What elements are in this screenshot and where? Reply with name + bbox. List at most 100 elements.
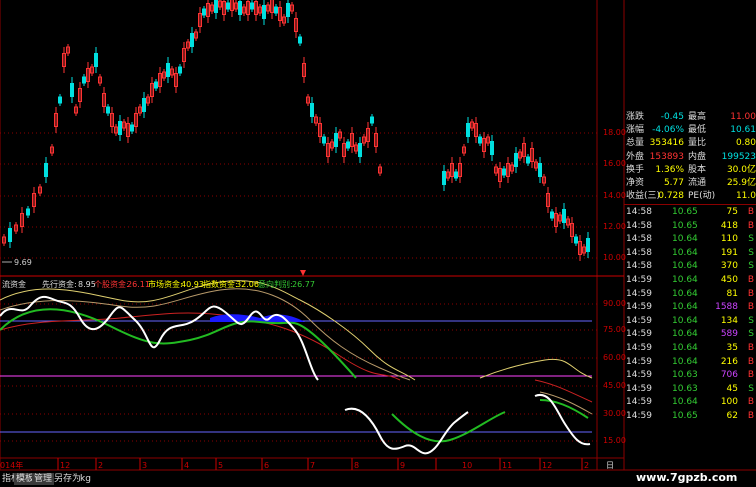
tab-manage[interactable]: 管理 (32, 473, 55, 485)
tick-volume: 370 (720, 261, 738, 272)
candle-body (526, 156, 530, 164)
tick-price: 10.64 (672, 247, 698, 258)
tick-volume: 418 (720, 220, 738, 231)
tick-side: B (747, 275, 754, 285)
tick-volume: 35 (726, 343, 738, 353)
candle-body (562, 209, 566, 223)
candle-body (262, 5, 266, 19)
quote-value: -0.45 (660, 112, 684, 122)
tab-kg[interactable]: kg (78, 473, 93, 485)
tick-row: 14:59 10.64 216 B (624, 356, 756, 370)
quote-value: 153893 (649, 151, 684, 162)
ind-line-red (0, 312, 401, 381)
tick-time: 14:58 (626, 261, 652, 272)
tick-volume: 45 (726, 383, 738, 394)
quote-panel: 涨跌 -0.45 最高 11.00 涨幅 -4.06% 最低 10.61 总量 353416 量比 0… (624, 110, 756, 440)
current-bar-marker-icon (300, 270, 306, 276)
time-label: 9 (400, 461, 406, 470)
tick-time: 14:59 (626, 383, 652, 394)
quote-label: 涨跌 (626, 112, 645, 122)
price-axis-label: 16.00 (603, 159, 626, 168)
quote-label: 最高 (688, 112, 707, 122)
quote-value: 199523 (721, 151, 756, 162)
tick-time: 14:59 (626, 370, 652, 381)
quote-label: 股本 (688, 164, 707, 175)
ind-line-yellow-right (479, 358, 593, 379)
tick-price: 10.65 (672, 411, 698, 421)
tick-price: 10.63 (672, 383, 698, 394)
quote-row: 外盘 153893 内盘 199523 (624, 151, 756, 164)
period-day-label[interactable]: 日 (606, 460, 614, 471)
candle-body (574, 236, 578, 244)
indicator-axis-label: 15.00 (603, 436, 626, 445)
indicator-axis-label: 30.00 (603, 409, 626, 418)
tick-price: 10.64 (672, 343, 698, 353)
legend-value-3: 40.93 (181, 280, 204, 289)
ind-line-green-2 (391, 411, 506, 443)
ind-line-red-right (534, 379, 593, 403)
ind-line-tan-right (539, 391, 593, 415)
candle-body (142, 98, 146, 112)
quote-label: 净资 (626, 178, 645, 188)
candle-body (214, 0, 218, 13)
tick-volume: 100 (720, 397, 738, 408)
tick-volume: 75 (726, 207, 738, 217)
tick-side: S (748, 383, 754, 394)
tick-row: 14:58 10.64 370 S (624, 260, 756, 274)
candle-body (298, 36, 302, 44)
candle-body (130, 124, 134, 132)
candle-body (274, 6, 278, 14)
time-label: 10 (462, 461, 473, 470)
tick-price: 10.65 (672, 220, 698, 231)
candle-body (358, 143, 362, 157)
quote-row: 总量 353416 量比 0.80 (624, 137, 756, 150)
tick-row: 14:59 10.63 45 S (624, 383, 756, 397)
tick-time: 14:59 (626, 275, 652, 285)
time-label: 12 (60, 461, 71, 470)
price-grid (0, 132, 597, 259)
tick-row: 14:59 10.65 62 B (624, 410, 756, 424)
tick-row: 14:58 10.64 110 S (624, 233, 756, 247)
ind-line-white-3 (534, 393, 591, 446)
tick-side: B (747, 343, 754, 353)
tick-price: 10.64 (672, 397, 698, 408)
tick-time: 14:58 (626, 247, 652, 258)
candle-body (70, 83, 74, 97)
tick-side: B (747, 207, 754, 217)
quote-row: 收益(三) 0.728 PE(动) 11.0 (624, 190, 756, 203)
tick-side: S (748, 247, 754, 258)
candle-body (322, 136, 326, 144)
legend-title: 流资金 (2, 280, 26, 289)
tick-price: 10.64 (672, 275, 698, 285)
candle-body (286, 3, 290, 17)
legend-value-4: 32.06 (236, 280, 259, 289)
price-axis-label: 14.00 (603, 191, 626, 200)
candle-body (478, 136, 482, 144)
tick-time: 14:59 (626, 356, 652, 367)
candlestick-series (2, 0, 590, 261)
quote-value: 0.728 (658, 191, 684, 202)
candle-body (238, 1, 242, 15)
time-label: 4 (184, 461, 190, 470)
tick-price: 10.64 (672, 329, 698, 340)
tick-side: B (747, 288, 754, 299)
tick-time: 14:58 (626, 220, 652, 231)
quote-label: 涨幅 (626, 125, 645, 136)
candle-body (202, 8, 206, 16)
tick-time: 14:59 (626, 329, 652, 340)
tick-side: B (747, 220, 754, 231)
tick-side: S (748, 261, 754, 272)
tick-row: 14:59 10.64 589 S (624, 328, 756, 342)
quote-row: 换手 1.36% 股本 30.0亿 (624, 164, 756, 177)
watermark: www.7gpzb.com (636, 471, 738, 484)
candle-body (490, 141, 494, 155)
candle-body (550, 211, 554, 219)
tick-volume: 81 (726, 288, 738, 299)
tick-price: 10.64 (672, 356, 698, 367)
bottom-tab-bar: 指标 模板 管理 另存为 kg (0, 472, 100, 487)
tick-side: B (747, 302, 754, 313)
quote-value: 11.0 (735, 191, 756, 202)
quote-row: 净资 5.77 流通 25.9亿 (624, 177, 756, 190)
quote-label: 量比 (688, 138, 707, 149)
candle-body (370, 116, 374, 124)
